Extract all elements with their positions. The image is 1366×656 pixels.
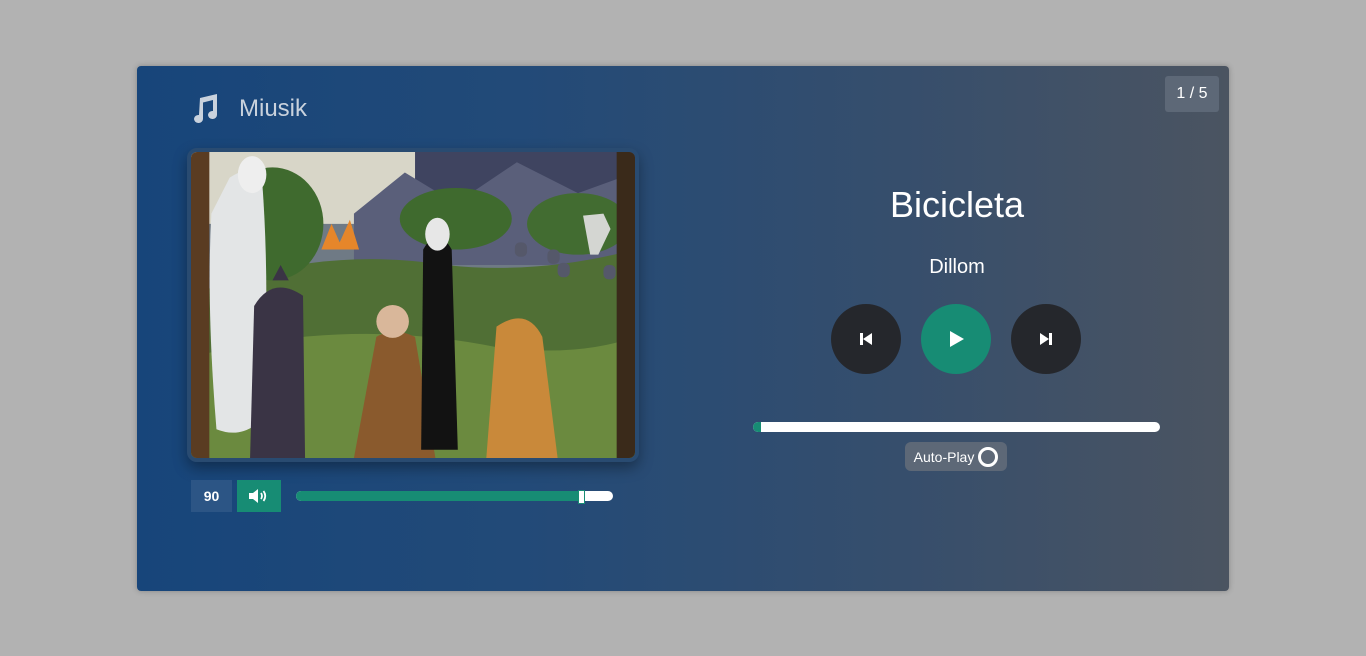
seek-bar[interactable]	[753, 422, 1160, 432]
play-icon	[950, 331, 964, 347]
song-title: Bicicleta	[889, 184, 1025, 225]
mute-button[interactable]	[237, 480, 281, 512]
volume-slider[interactable]	[296, 491, 613, 501]
volume-thumb[interactable]	[578, 490, 586, 504]
next-button[interactable]	[1011, 304, 1081, 374]
skip-back-icon	[860, 333, 872, 345]
album-cover	[187, 148, 639, 462]
music-player: 1 / 5 Miusik 90 Bicicleta Dillom Auto-Pl…	[137, 66, 1229, 591]
speaker-icon	[249, 489, 267, 503]
music-note-icon	[194, 94, 217, 123]
app-brand: Miusik	[191, 94, 307, 124]
app-title: Miusik	[239, 95, 308, 122]
autoplay-label: Auto-Play	[913, 448, 975, 465]
seek-progress	[753, 422, 762, 432]
volume-level: 90	[191, 480, 232, 512]
artist-name: Dillom	[929, 256, 985, 278]
volume-fill	[296, 491, 582, 501]
previous-button[interactable]	[831, 304, 901, 374]
loading-ring-icon	[978, 446, 999, 467]
play-button[interactable]	[921, 304, 991, 374]
skip-forward-icon	[1040, 333, 1052, 345]
track-counter: 1 / 5	[1165, 76, 1219, 112]
autoplay-toggle[interactable]: Auto-Play	[905, 442, 1007, 471]
